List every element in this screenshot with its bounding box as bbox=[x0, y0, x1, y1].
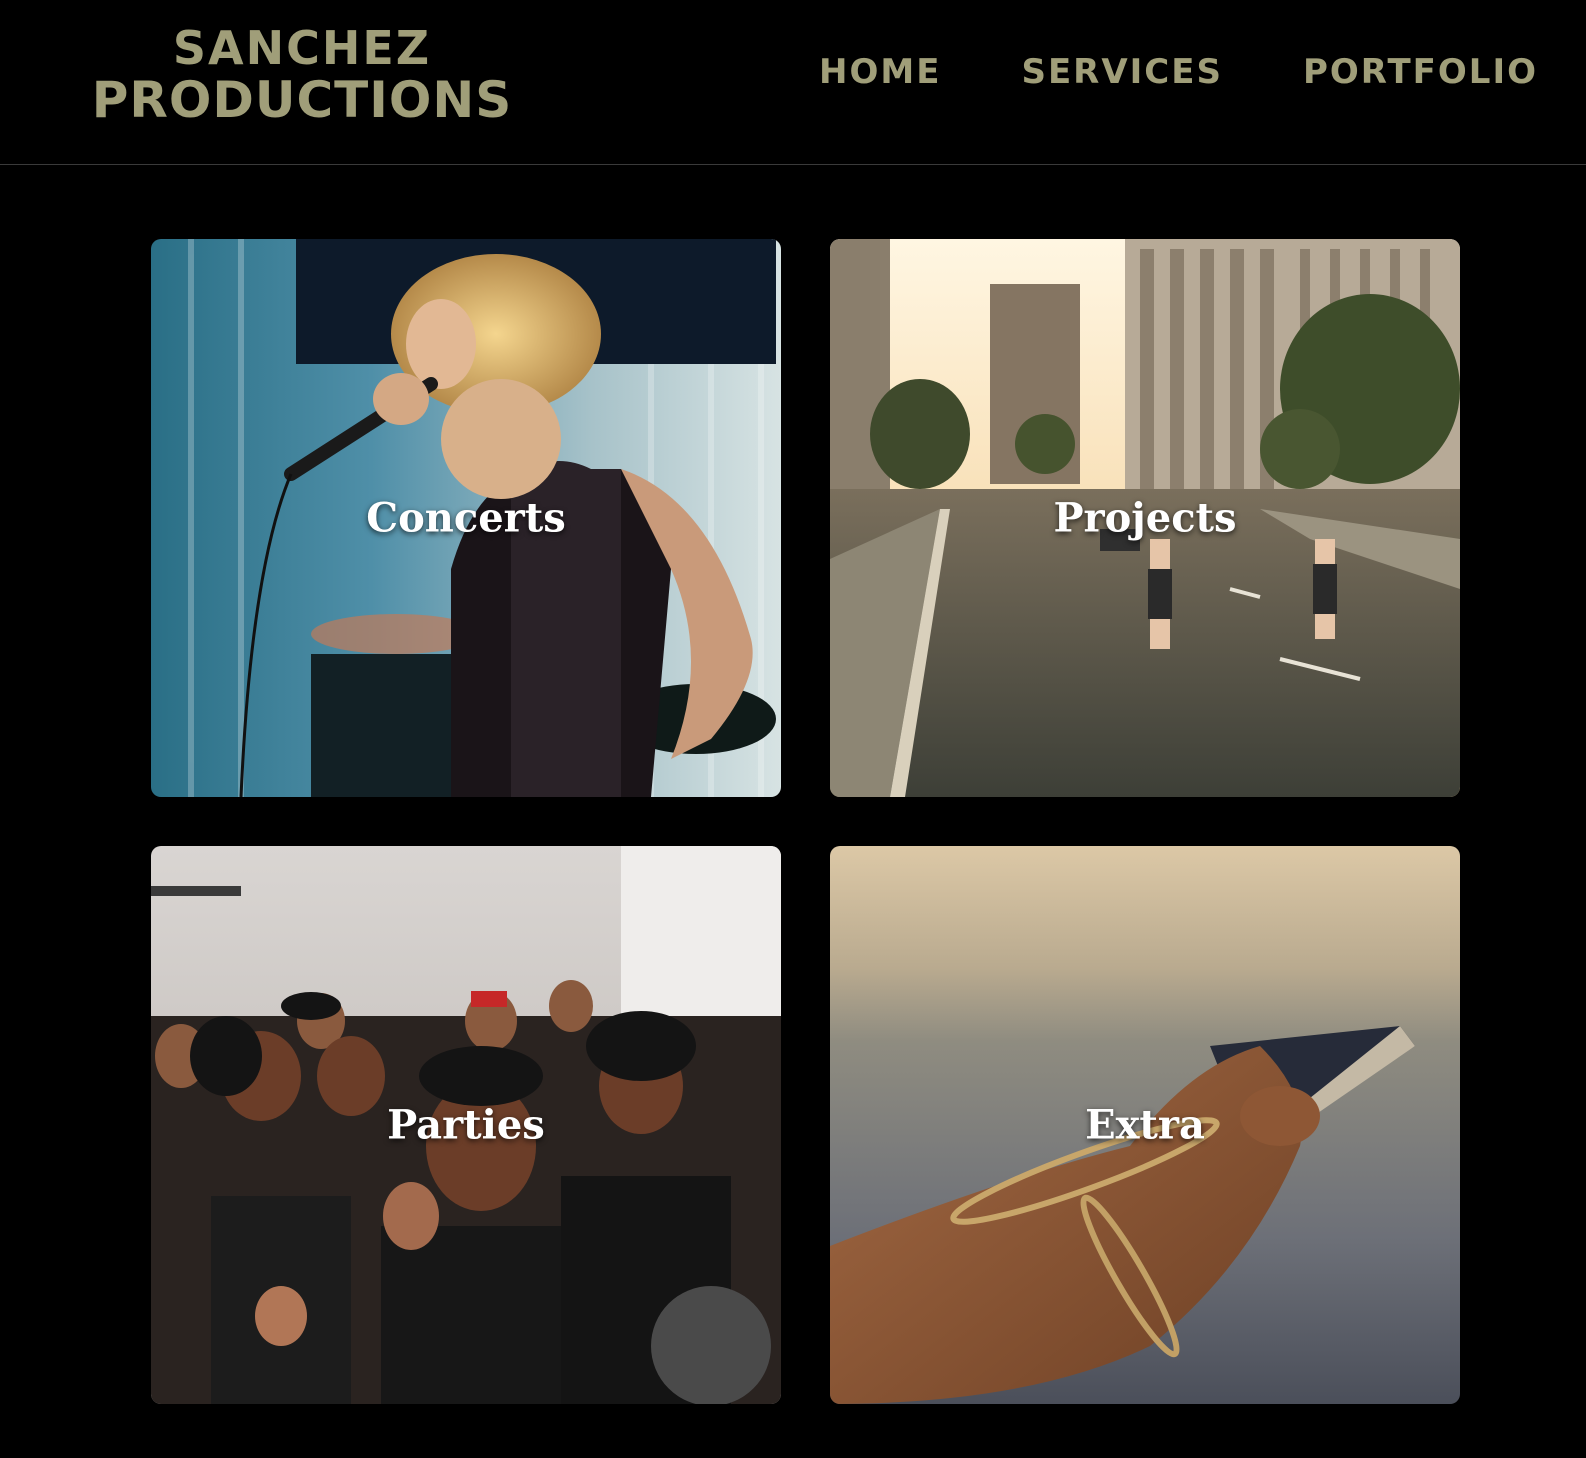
card-label-extra: Extra bbox=[1085, 1101, 1205, 1149]
nav-portfolio-link[interactable]: PORTFOLIO bbox=[1303, 52, 1538, 92]
nav-services-link[interactable]: SERVICES bbox=[1021, 52, 1223, 92]
card-extra[interactable]: Extra bbox=[830, 846, 1460, 1404]
site-logo[interactable]: SANCHEZ PRODUCTIONS bbox=[52, 22, 552, 126]
card-label-projects: Projects bbox=[1053, 494, 1237, 542]
card-label-concerts: Concerts bbox=[366, 494, 566, 542]
card-label-parties: Parties bbox=[387, 1101, 545, 1149]
card-parties[interactable]: Parties bbox=[151, 846, 781, 1404]
nav-home-link[interactable]: HOME bbox=[819, 52, 941, 92]
site-header: SANCHEZ PRODUCTIONS HOME SERVICES PORTFO… bbox=[0, 0, 1586, 165]
logo-line-1: SANCHEZ bbox=[172, 21, 432, 75]
portfolio-grid: Concerts Projects Parties Extra bbox=[151, 239, 1460, 1404]
logo-line-2: PRODUCTIONS bbox=[91, 71, 513, 129]
main-nav: HOME SERVICES PORTFOLIO bbox=[819, 52, 1538, 92]
card-concerts[interactable]: Concerts bbox=[151, 239, 781, 797]
card-projects[interactable]: Projects bbox=[830, 239, 1460, 797]
